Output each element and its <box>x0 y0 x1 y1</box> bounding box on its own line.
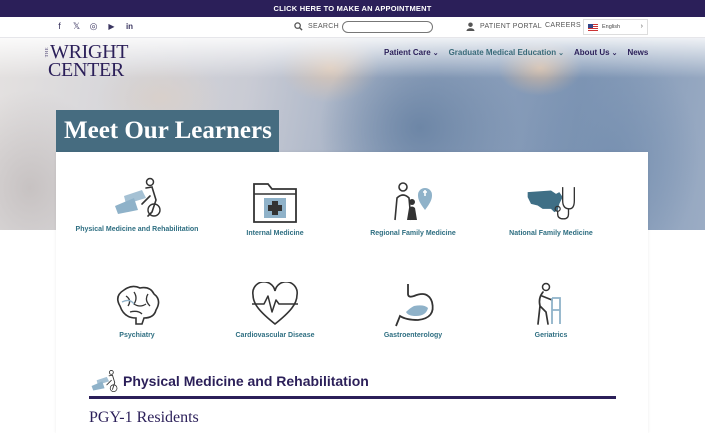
nav-graduate-medical-education[interactable]: Graduate Medical Education ⌄ <box>449 48 564 57</box>
heart-pulse-icon <box>252 282 298 326</box>
search-input[interactable] <box>342 21 433 33</box>
language-selector[interactable]: English › <box>583 19 648 35</box>
chevron-down-icon: ⌄ <box>611 50 618 57</box>
specialty-physical-medicine[interactable]: Physical Medicine and Rehabilitation <box>72 176 202 234</box>
specialty-label: Geriatrics <box>534 332 568 339</box>
stomach-icon <box>395 284 434 327</box>
logo-the: THE <box>44 47 49 58</box>
section-heading: Physical Medicine and Rehabilitation <box>89 367 616 399</box>
search-icon <box>294 22 303 31</box>
x-twitter-icon[interactable]: 𝕏 <box>72 21 81 32</box>
main-nav: Patient Care ⌄ Graduate Medical Education… <box>384 48 658 57</box>
nav-patient-care[interactable]: Patient Care ⌄ <box>384 48 439 57</box>
section-title: Physical Medicine and Rehabilitation <box>123 373 369 389</box>
pgy-subheading: PGY-1 Residents <box>89 409 199 426</box>
specialty-label: Physical Medicine and Rehabilitation <box>75 226 199 233</box>
nav-news[interactable]: News <box>627 48 648 57</box>
social-links: f 𝕏 ◎ ▶ in <box>55 21 134 32</box>
specialty-gastroenterology[interactable]: Gastroenterology <box>348 282 478 340</box>
specialty-psychiatry[interactable]: Psychiatry <box>72 282 202 340</box>
nav-label: About Us <box>574 48 610 57</box>
facebook-icon[interactable]: f <box>55 21 64 32</box>
language-value: English <box>602 24 621 30</box>
specialty-regional-family-medicine[interactable]: Regional Family Medicine <box>348 180 478 238</box>
user-icon <box>466 22 475 31</box>
careers-link[interactable]: CAREERS <box>545 22 581 29</box>
search-label[interactable]: SEARCH <box>294 22 339 31</box>
nav-label: Graduate Medical Education <box>448 48 557 57</box>
specialty-label: Internal Medicine <box>246 230 304 237</box>
chevron-right-icon: › <box>640 23 643 30</box>
specialty-internal-medicine[interactable]: Internal Medicine <box>210 180 340 238</box>
specialty-national-family-medicine[interactable]: National Family Medicine <box>486 180 616 238</box>
specialty-cardiovascular-disease[interactable]: Cardiovascular Disease <box>210 282 340 340</box>
specialty-geriatrics[interactable]: Geriatrics <box>486 282 616 340</box>
instagram-icon[interactable]: ◎ <box>89 21 98 32</box>
elderly-walker-icon <box>537 282 561 325</box>
nav-label: Patient Care <box>384 48 431 57</box>
family-location-icon <box>394 182 432 221</box>
rehab-icon <box>115 177 161 217</box>
nav-label: News <box>627 48 649 57</box>
specialty-label: Regional Family Medicine <box>370 230 456 237</box>
chevron-down-icon: ⌄ <box>432 50 439 57</box>
brain-icon <box>116 285 160 325</box>
patient-portal-label: PATIENT PORTAL <box>480 23 542 30</box>
appointment-banner[interactable]: CLICK HERE TO MAKE AN APPOINTMENT <box>0 0 705 17</box>
youtube-icon[interactable]: ▶ <box>106 21 117 32</box>
utility-bar: f 𝕏 ◎ ▶ in SEARCH PATIENT PORTAL CAREERS… <box>0 17 705 38</box>
nav-about-us[interactable]: About Us ⌄ <box>574 48 617 57</box>
first-aid-folder-icon <box>253 183 297 223</box>
rehab-icon <box>91 369 118 393</box>
specialty-label: National Family Medicine <box>509 230 593 237</box>
search-label-text: SEARCH <box>308 23 339 30</box>
specialty-label: Gastroenterology <box>383 332 443 339</box>
page-title: Meet Our Learners <box>56 110 279 152</box>
specialty-label: Cardiovascular Disease <box>235 332 315 339</box>
linkedin-icon[interactable]: in <box>125 21 134 32</box>
patient-portal-link[interactable]: PATIENT PORTAL <box>466 22 542 31</box>
us-flag-icon <box>588 23 598 31</box>
chevron-down-icon: ⌄ <box>558 50 565 57</box>
logo-line2: CENTER <box>48 59 124 81</box>
specialty-label: Psychiatry <box>119 332 155 339</box>
usa-stethoscope-icon <box>527 187 575 220</box>
